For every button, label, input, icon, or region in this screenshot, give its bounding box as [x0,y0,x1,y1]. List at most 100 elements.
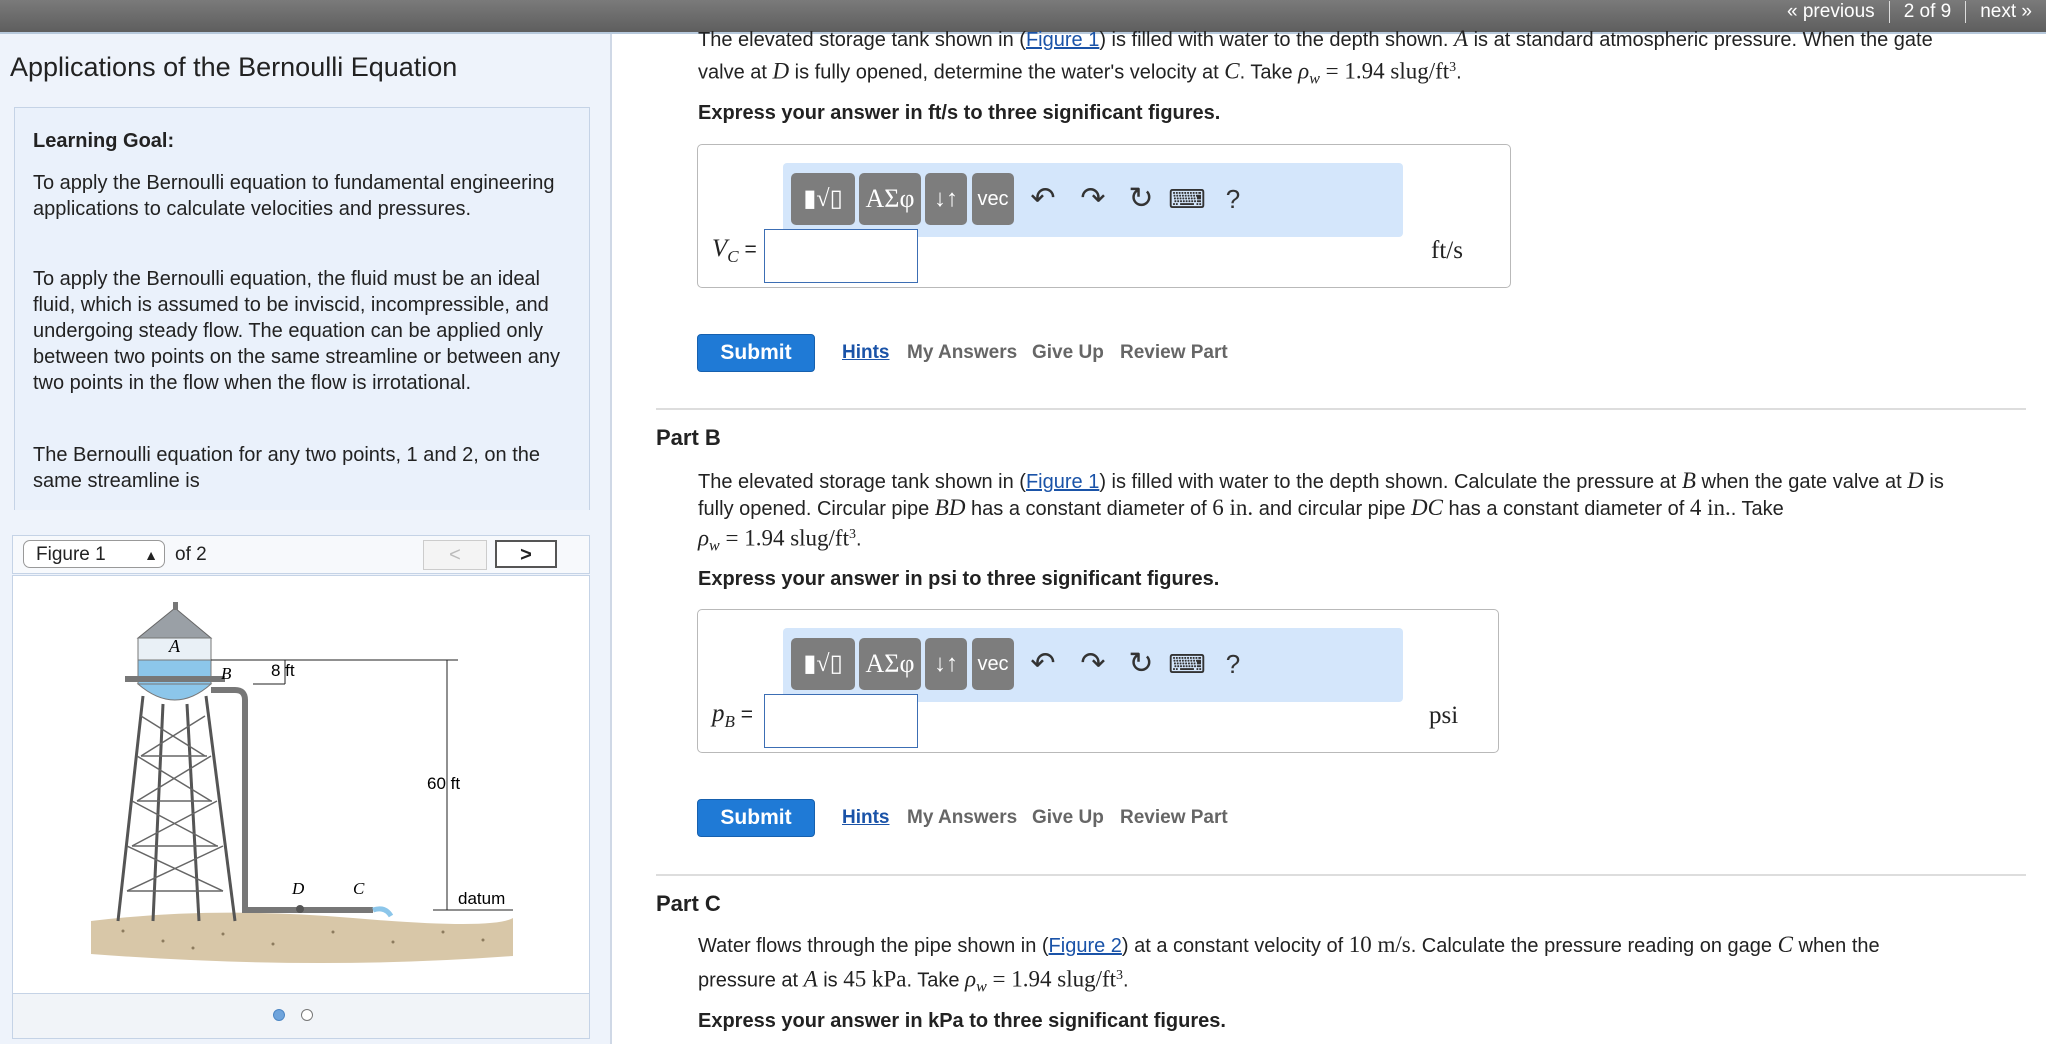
learning-goal-text: The Bernoulli equation for any two point… [33,444,541,492]
question-text: The elevated storage tank shown in ( [698,29,1026,51]
vec-button[interactable]: vec [972,173,1014,225]
math-symbol: ρ [698,525,710,551]
figure-select[interactable]: Figure 1 ▲ [23,540,165,568]
math-symbol: BD [934,495,966,520]
updown-icon: ▲ [144,547,158,563]
reset-icon[interactable]: ↻ [1121,638,1161,690]
part-c-heading: Part C [656,891,721,916]
redo-icon[interactable]: ↷ [1073,638,1113,690]
math-symbol: C [1777,932,1793,957]
greek-button[interactable]: ΑΣφ [859,173,921,225]
math-toolbar: ▮√▯ ΑΣφ ↓↑ vec ↶ ↷ ↻ ⌨ ? [783,163,1403,237]
give-up-link[interactable]: Give Up [1032,342,1104,364]
figure-label-b: B [221,664,232,683]
figure-1-link[interactable]: Figure 1 [1026,29,1099,51]
question-text: . Take [1239,61,1299,84]
question-text: is [817,969,844,992]
question-text: ) is filled with water to the depth show… [1099,471,1682,493]
arrows-button[interactable]: ↓↑ [925,638,967,690]
math-subscript: w [1309,70,1320,88]
part-a-instruction: Express your answer in ft/s to three sig… [698,102,1221,124]
question-text: is fully opened, determine the water's v… [789,61,1225,84]
figure-label-d: D [291,879,305,898]
divider [656,874,2026,876]
hints-link[interactable]: Hints [842,342,890,364]
math-value: = 1.94 slug/ft [1319,58,1450,84]
figure-next-button[interactable]: > [495,540,557,568]
math-symbol: DC [1411,495,1443,520]
my-answers-link[interactable]: My Answers [907,342,1017,364]
question-text: fully opened. Circular pipe [698,498,935,520]
water-tower-figure: A B 8 ft 60 ft D C datum [91,602,513,964]
previous-link[interactable]: « previous [1773,1,1889,23]
question-text: ) is filled with water to the depth show… [1099,29,1454,51]
part-b-answer-box: ▮√▯ ΑΣφ ↓↑ vec ↶ ↷ ↻ ⌨ ? pB = psi [697,609,1499,753]
main-content: The elevated storage tank shown in (Figu… [612,26,2046,1044]
math-symbol: ρ [965,966,977,992]
arrows-button[interactable]: ↓↑ [925,173,967,225]
question-text: pressure at [698,969,804,992]
keyboard-icon[interactable]: ⌨ [1167,173,1207,225]
question-text: when the [1792,935,1880,957]
figure-viewer: A B 8 ft 60 ft D C datum [12,575,590,995]
figure-pager [12,993,590,1039]
hints-link[interactable]: Hints [842,807,890,829]
figure-label-a: A [168,636,181,656]
question-text: . [1123,969,1129,992]
give-up-link[interactable]: Give Up [1032,807,1104,829]
divider [656,408,2026,410]
figure-prev-button[interactable]: < [423,540,487,570]
next-link[interactable]: next » [1966,1,2046,23]
math-symbol: D [772,58,790,84]
math-symbol: A [1453,26,1469,51]
help-icon[interactable]: ? [1213,638,1253,690]
question-text: The elevated storage tank shown in ( [698,471,1026,493]
question-text: . Calculate the pressure reading on gage [1410,935,1778,957]
templates-button[interactable]: ▮√▯ [791,173,855,225]
learning-goal-text: To apply the Bernoulli equation, the flu… [33,268,560,394]
math-symbol: B [1681,468,1696,493]
question-text: and circular pipe [1253,498,1412,520]
math-value: 45 kPa [843,966,907,992]
math-value: = 1.94 slug/ft [986,966,1117,992]
figure-dot-1[interactable] [273,1009,285,1021]
learning-goal-text: To apply the Bernoulli equation to funda… [33,172,555,220]
my-answers-link[interactable]: My Answers [907,807,1017,829]
math-symbol: A [803,966,818,992]
part-a-question: The elevated storage tank shown in (Figu… [698,26,2038,93]
undo-icon[interactable]: ↶ [1023,638,1063,690]
undo-icon[interactable]: ↶ [1023,173,1063,225]
figure-label-height: 60 ft [427,774,460,793]
question-text: is [1923,471,1944,493]
figure-nav-bar: Figure 1 ▲ of 2 < > [12,535,590,574]
answer-input-vc[interactable] [764,229,918,283]
review-part-link[interactable]: Review Part [1120,342,1228,364]
greek-button[interactable]: ΑΣφ [859,638,921,690]
submit-button[interactable]: Submit [697,799,815,837]
redo-icon[interactable]: ↷ [1073,173,1113,225]
learning-goal-heading: Learning Goal: [33,130,175,152]
figure-1-link[interactable]: Figure 1 [1026,471,1099,493]
learning-goal-panel: Learning Goal: To apply the Bernoulli eq… [14,107,590,510]
vec-button[interactable]: vec [972,638,1014,690]
question-text: Water flows through the pipe shown in ( [698,935,1049,957]
math-superscript: 3 [848,527,856,542]
figure-label-c: C [353,879,365,898]
figure-count: of 2 [175,544,207,565]
question-text: when the gate valve at [1695,471,1908,493]
part-a-answer-box: ▮√▯ ΑΣφ ↓↑ vec ↶ ↷ ↻ ⌨ ? VC = ft/s [697,144,1511,288]
math-value: = 1.94 slug/ft [719,525,849,551]
figure-2-link[interactable]: Figure 2 [1049,935,1122,957]
question-text: has a constant diameter of [965,498,1213,520]
reset-icon[interactable]: ↻ [1121,173,1161,225]
review-part-link[interactable]: Review Part [1120,807,1228,829]
help-icon[interactable]: ? [1213,173,1253,225]
math-symbol: C [1224,58,1240,84]
templates-button[interactable]: ▮√▯ [791,638,855,690]
submit-button[interactable]: Submit [697,334,815,372]
math-symbol: D [1907,468,1924,493]
keyboard-icon[interactable]: ⌨ [1167,638,1207,690]
answer-input-pb[interactable] [764,694,918,748]
figure-dot-2[interactable] [301,1009,313,1021]
math-toolbar: ▮√▯ ΑΣφ ↓↑ vec ↶ ↷ ↻ ⌨ ? [783,628,1403,702]
